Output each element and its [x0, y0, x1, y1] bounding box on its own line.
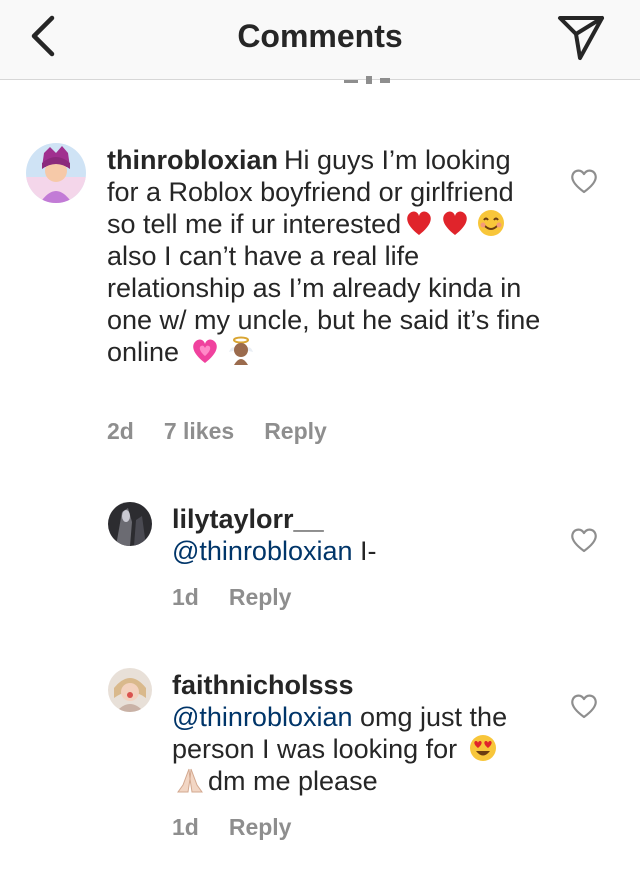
comment-body: lilytaylorr__ @thinrobloxian I- [172, 503, 552, 567]
comment-meta: 1d Reply [172, 584, 321, 611]
comments-header: Comments [0, 0, 640, 80]
avatar[interactable] [108, 502, 152, 546]
comment-time: 1d [172, 814, 199, 840]
folded-hands-emoji-icon [177, 768, 203, 793]
direct-message-send-icon[interactable] [556, 12, 606, 62]
comment-body: faithnicholsss @thinrobloxian omg just th… [172, 669, 532, 797]
reply-button[interactable]: Reply [229, 814, 292, 841]
comment-meta: 2d 7 likes Reply [107, 418, 357, 445]
like-heart-icon[interactable] [569, 526, 599, 554]
mention-link[interactable]: @thinrobloxian [172, 536, 353, 566]
red-heart-emoji-icon [407, 211, 431, 235]
comment-body: thinrobloxian Hi guys I’m looking for a R… [107, 144, 547, 368]
comment-text: also I can’t have a real life relationsh… [107, 241, 541, 367]
growing-heart-emoji-icon [192, 339, 217, 363]
baby-angel-emoji-icon [228, 336, 253, 365]
smiling-face-emoji-icon [478, 210, 505, 236]
red-heart-emoji-icon [443, 211, 467, 235]
reply-button[interactable]: Reply [264, 418, 327, 445]
reply-button[interactable]: Reply [229, 584, 292, 611]
comment-meta: 1d Reply [172, 814, 321, 841]
comment-likes[interactable]: 7 likes [164, 418, 234, 445]
comment-text: I- [352, 536, 377, 566]
comment-time: 1d [172, 584, 199, 610]
like-heart-icon[interactable] [569, 692, 599, 720]
comment-username[interactable]: faithnicholsss [172, 670, 354, 700]
comment-username[interactable]: lilytaylorr__ [172, 504, 324, 534]
avatar[interactable] [26, 143, 86, 203]
heart-eyes-emoji-icon [469, 735, 496, 761]
comment-text: dm me please [208, 766, 378, 796]
comment-username[interactable]: thinrobloxian [107, 145, 278, 175]
comment-time: 2d [107, 418, 134, 444]
like-heart-icon[interactable] [569, 167, 599, 195]
avatar[interactable] [108, 668, 152, 712]
page-title: Comments [237, 18, 403, 54]
mention-link[interactable]: @thinrobloxian [172, 702, 353, 732]
